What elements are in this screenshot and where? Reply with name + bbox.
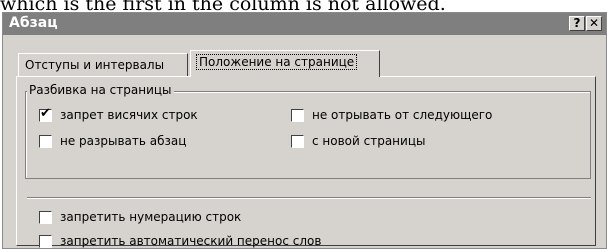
checkbox-label: не разрывать абзац — [60, 134, 187, 148]
checkbox-box[interactable] — [39, 234, 52, 248]
tab-label: Отступы и интервалы — [25, 58, 165, 72]
dont-hyphenate-checkbox[interactable]: запретить автоматический перенос слов — [39, 234, 321, 248]
keep-with-next-checkbox[interactable]: не отрывать от следующего — [291, 108, 492, 122]
checkbox-box[interactable]: ✔ — [39, 105, 52, 122]
keep-lines-together-checkbox[interactable]: не разрывать абзац — [39, 134, 186, 148]
title-bar: Абзац ? ✕ — [3, 13, 606, 35]
checkbox-label: не отрывать от следующего — [312, 108, 493, 122]
page-break-before-checkbox[interactable]: с новой страницы — [291, 134, 425, 148]
paragraph-dialog: Абзац ? ✕ Отступы и интервалы Положение … — [2, 12, 607, 249]
close-icon: ✕ — [588, 16, 600, 30]
help-icon: ? — [573, 16, 581, 30]
separator — [27, 197, 591, 199]
pagination-group-label: Разбивка на страницы — [27, 83, 174, 97]
window-title: Абзац — [9, 15, 58, 31]
help-button[interactable]: ? — [569, 16, 585, 31]
checkbox-label: запрет висячих строк — [60, 108, 198, 122]
tab-indents-spacing[interactable]: Отступы и интервалы — [18, 53, 188, 77]
close-button[interactable]: ✕ — [586, 16, 602, 31]
check-icon: ✔ — [40, 105, 51, 121]
tab-panel: Разбивка на страницы ✔ запрет висячих ст… — [16, 76, 596, 248]
checkbox-box[interactable] — [291, 108, 304, 122]
widow-control-checkbox[interactable]: ✔ запрет висячих строк — [39, 105, 198, 122]
tab-page-position[interactable]: Положение на странице — [190, 50, 380, 77]
checkbox-box[interactable] — [39, 134, 52, 148]
checkbox-label: запретить автоматический перенос слов — [60, 234, 322, 248]
suppress-line-numbers-checkbox[interactable]: запретить нумерацию строк — [39, 210, 241, 224]
checkbox-label: запретить нумерацию строк — [60, 210, 242, 224]
checkbox-label: с новой страницы — [312, 134, 426, 148]
tab-label: Положение на странице — [195, 54, 358, 70]
checkbox-box[interactable] — [39, 210, 52, 224]
checkbox-box[interactable] — [291, 134, 304, 148]
